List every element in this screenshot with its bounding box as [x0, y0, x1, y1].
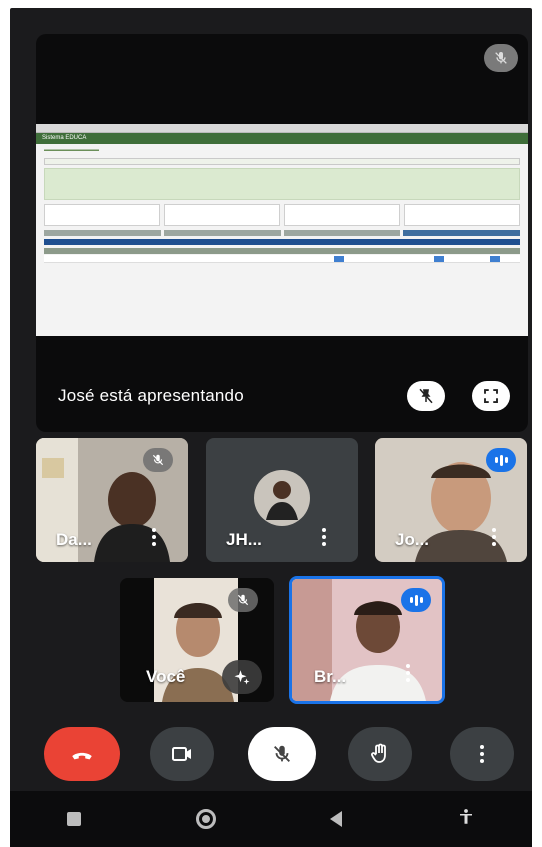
back-button[interactable]	[330, 811, 343, 827]
mute-badge	[228, 588, 258, 612]
shared-card	[404, 204, 520, 226]
mic-off-icon	[237, 594, 249, 606]
shared-blue-bar	[44, 239, 520, 245]
raise-hand-icon	[371, 743, 386, 763]
presenter-mute-badge	[484, 44, 518, 72]
camera-button[interactable]	[150, 727, 214, 781]
mic-off-icon	[274, 745, 290, 762]
phone-hangup-icon	[72, 752, 92, 760]
more-options-button[interactable]	[152, 528, 156, 546]
shared-subtitle: ▬▬▬▬▬▬▬▬▬▬▬	[44, 147, 99, 153]
end-call-button[interactable]	[44, 727, 120, 781]
unpin-button[interactable]	[407, 381, 445, 411]
shared-strip	[44, 230, 520, 236]
fullscreen-button[interactable]	[472, 381, 510, 411]
shared-cards	[44, 204, 520, 226]
more-options-button[interactable]	[322, 528, 326, 546]
recents-button[interactable]	[67, 812, 82, 826]
shared-app-title: Sistema EDUCA	[42, 135, 87, 141]
home-button[interactable]	[195, 809, 216, 829]
shared-search	[44, 158, 520, 165]
participant-name: Da...	[56, 530, 92, 549]
shared-card	[284, 204, 400, 226]
unpin-icon	[419, 388, 433, 404]
shared-card	[164, 204, 280, 226]
mic-off-icon	[152, 454, 164, 466]
raise-hand-button[interactable]	[348, 727, 412, 781]
participant-name: JH...	[226, 530, 262, 549]
fullscreen-icon	[484, 389, 498, 403]
system-nav-bar	[10, 791, 532, 847]
accessibility-button[interactable]	[457, 808, 475, 831]
speaking-indicator	[486, 448, 516, 472]
accessibility-icon	[459, 808, 472, 824]
shared-browser-bar	[36, 124, 528, 133]
more-options-button[interactable]	[406, 664, 410, 682]
mic-off-icon	[495, 52, 507, 64]
presenting-status: José está apresentando	[58, 386, 244, 405]
participant-name: Br...	[314, 667, 347, 686]
video-camera-icon	[172, 747, 191, 761]
shared-app-header: Sistema EDUCA	[36, 133, 528, 144]
mute-badge	[143, 448, 173, 472]
sparkle-effects-icon	[234, 670, 250, 685]
more-vertical-icon	[480, 745, 484, 763]
more-options-control[interactable]	[450, 727, 514, 781]
shared-info-panel	[44, 168, 520, 200]
participant-name: Jo...	[395, 530, 430, 549]
speaking-indicator	[401, 588, 431, 612]
shared-card	[44, 204, 160, 226]
participant-name: Você	[146, 667, 186, 686]
more-options-button[interactable]	[492, 528, 496, 546]
shared-screen: Sistema EDUCA ▬▬▬▬▬▬▬▬▬▬▬	[36, 124, 528, 336]
shared-table-row	[44, 255, 520, 263]
effects-button[interactable]	[222, 660, 262, 694]
shared-table-header	[44, 248, 520, 254]
mic-button[interactable]	[248, 727, 316, 781]
